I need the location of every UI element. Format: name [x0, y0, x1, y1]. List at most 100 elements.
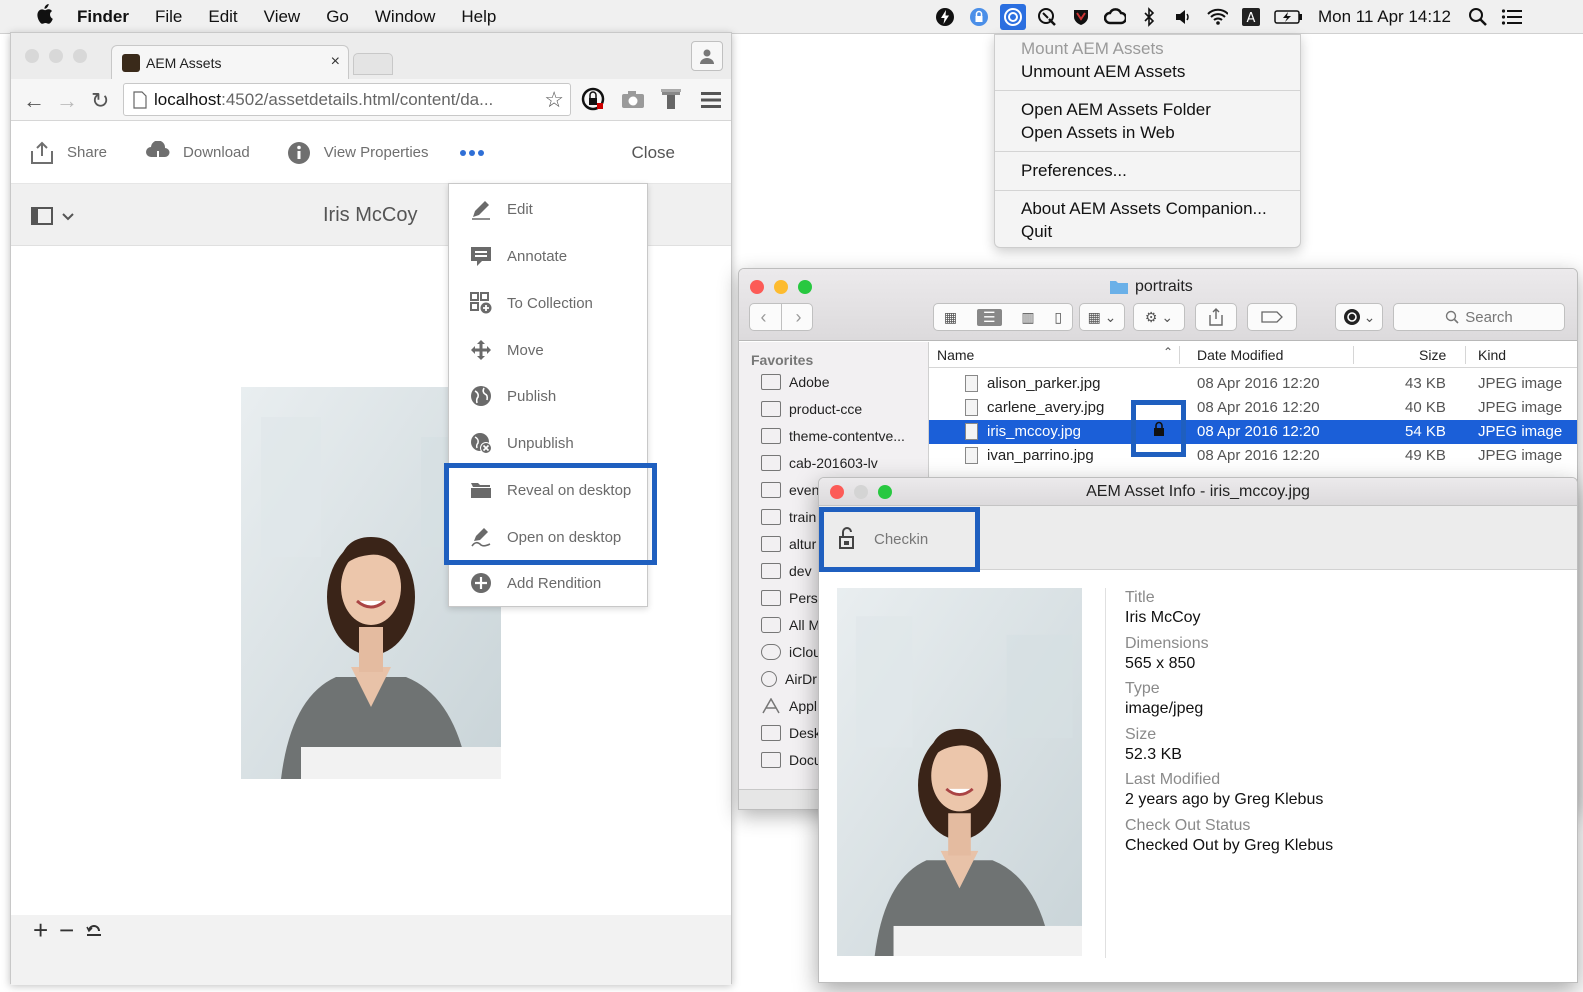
more-actions-button[interactable] [459, 149, 485, 157]
column-size[interactable]: Size [1419, 347, 1446, 363]
sidebar-item[interactable]: Adobe [761, 371, 829, 393]
cloud-download-icon [145, 140, 171, 166]
extension-lock-icon[interactable] [581, 87, 605, 116]
sidebar-item[interactable]: theme-contentve... [761, 425, 905, 447]
menu-about[interactable]: About AEM Assets Companion... [1021, 199, 1267, 219]
sidebar-item[interactable]: product-cce [761, 398, 862, 420]
arrange-button[interactable]: ▦ ⌄ [1079, 303, 1125, 331]
extension-tools-icon[interactable] [659, 87, 683, 116]
sidebar-item[interactable]: train [761, 506, 816, 528]
sidebar-item[interactable]: even [761, 479, 819, 501]
file-row[interactable]: alison_parker.jpg 08 Apr 2016 12:20 43 K… [929, 372, 1577, 396]
menu-item-publish[interactable]: Publish [449, 373, 647, 419]
lock-icon [1153, 421, 1164, 436]
view-properties-button[interactable]: View Properties [286, 140, 429, 166]
menu-item-annotate[interactable]: Annotate [449, 233, 647, 279]
zoom-out-icon[interactable]: − [59, 915, 74, 946]
action-button[interactable]: ⚙ ⌄ [1133, 303, 1185, 331]
menu-view[interactable]: View [251, 7, 314, 27]
download-button[interactable]: Download [145, 140, 250, 166]
window-minimize-button[interactable] [49, 49, 63, 63]
forward-icon[interactable]: → [56, 88, 78, 114]
zoom-in-icon[interactable]: + [33, 915, 48, 946]
sidebar-item[interactable]: altur [761, 533, 816, 555]
bookmark-star-icon[interactable]: ☆ [544, 87, 564, 113]
creative-cloud-icon[interactable] [1104, 6, 1126, 28]
menu-help[interactable]: Help [448, 7, 509, 27]
sidebar-item[interactable]: AirDr [761, 668, 817, 690]
close-button[interactable]: Close [632, 143, 675, 163]
column-kind[interactable]: Kind [1478, 347, 1506, 363]
sidebar-item[interactable]: cab-201603-lv [761, 452, 878, 474]
lock-circle-icon[interactable] [968, 6, 990, 28]
bolt-icon[interactable] [934, 6, 956, 28]
camera-icon[interactable] [621, 89, 645, 114]
window-zoom-button[interactable] [73, 49, 87, 63]
share-button[interactable]: Share [29, 140, 107, 166]
menu-item-add-rendition[interactable]: Add Rendition [449, 560, 647, 606]
menu-preferences[interactable]: Preferences... [1021, 161, 1127, 181]
window-close-button[interactable] [25, 49, 39, 63]
file-row-selected[interactable]: iris_mccoy.jpg 08 Apr 2016 12:20 54 KB J… [929, 420, 1577, 444]
battery-icon[interactable] [1274, 6, 1304, 28]
menu-open-web[interactable]: Open Assets in Web [1021, 123, 1175, 143]
sidebar-item[interactable]: Appl [761, 695, 817, 717]
menu-item-to-collection[interactable]: To Collection [449, 280, 647, 326]
column-name[interactable]: Name [937, 347, 974, 363]
aem-companion-icon[interactable] [1000, 4, 1026, 30]
finder-zoom-button[interactable] [798, 280, 812, 294]
menu-unmount[interactable]: Unmount AEM Assets [1021, 62, 1185, 82]
column-date-modified[interactable]: Date Modified [1197, 347, 1283, 363]
notification-center-icon[interactable] [1501, 6, 1523, 28]
tags-button[interactable] [1247, 303, 1297, 331]
browser-tab[interactable]: AEM Assets × [111, 45, 349, 79]
wifi-icon[interactable] [1206, 6, 1228, 28]
menu-file[interactable]: File [142, 7, 195, 27]
rail-toggle-icon[interactable] [31, 206, 77, 231]
view-mode-control[interactable]: ▦ ☰ ▥ ▯ [933, 303, 1073, 331]
menu-item-label: Annotate [507, 247, 568, 265]
checkin-button[interactable]: Checkin [819, 507, 980, 572]
zoom-reset-icon[interactable] [85, 921, 103, 942]
finder-search-field[interactable]: Search [1393, 303, 1565, 331]
menu-go[interactable]: Go [313, 7, 362, 27]
new-tab-button[interactable] [353, 53, 393, 75]
menu-window[interactable]: Window [362, 7, 448, 27]
sidebar-item[interactable]: Docu [761, 749, 822, 771]
tab-strip: AEM Assets × [11, 33, 731, 79]
address-bar[interactable]: localhost:4502/assetdetails.html/content… [123, 83, 571, 116]
sidebar-item[interactable]: iClou [761, 641, 821, 663]
tab-close-icon[interactable]: × [331, 53, 340, 71]
add-circle-icon [469, 571, 493, 595]
spotlight-icon[interactable] [1467, 6, 1489, 28]
finder-close-button[interactable] [750, 280, 764, 294]
finder-minimize-button[interactable] [774, 280, 788, 294]
clock[interactable]: Mon 11 Apr 14:12 [1318, 7, 1451, 27]
apple-menu-icon[interactable] [24, 4, 64, 29]
sidebar-item[interactable]: Desk [761, 722, 821, 744]
sidebar-item[interactable]: dev [761, 560, 812, 582]
profile-button[interactable] [691, 41, 723, 71]
input-source-icon[interactable]: A [1240, 6, 1262, 28]
menu-open-folder[interactable]: Open AEM Assets Folder [1021, 100, 1211, 120]
menu-item-unpublish[interactable]: Unpublish [449, 420, 647, 466]
file-row[interactable]: ivan_parrino.jpg 08 Apr 2016 12:20 49 KB… [929, 444, 1577, 468]
browser-menu-icon[interactable] [701, 91, 721, 114]
share-button[interactable] [1195, 303, 1237, 331]
aem-companion-button[interactable]: ⌄ [1335, 303, 1383, 331]
reload-icon[interactable]: ↻ [91, 88, 109, 114]
menu-app-name[interactable]: Finder [64, 7, 142, 27]
bluetooth-icon[interactable] [1138, 6, 1160, 28]
sidebar-item[interactable]: Pers [761, 587, 818, 609]
back-icon[interactable]: ← [23, 88, 45, 114]
menu-edit[interactable]: Edit [195, 7, 250, 27]
menu-quit[interactable]: Quit [1021, 222, 1052, 242]
menu-item-move[interactable]: Move [449, 327, 647, 373]
shield-icon[interactable] [1070, 6, 1092, 28]
back-forward-buttons[interactable]: ‹ › [749, 303, 813, 331]
menu-item-edit[interactable]: Edit [449, 186, 647, 232]
sidebar-item[interactable]: All M [761, 614, 820, 636]
search-tool-icon[interactable] [1036, 6, 1058, 28]
volume-icon[interactable] [1172, 6, 1194, 28]
file-row[interactable]: carlene_avery.jpg 08 Apr 2016 12:20 40 K… [929, 396, 1577, 420]
